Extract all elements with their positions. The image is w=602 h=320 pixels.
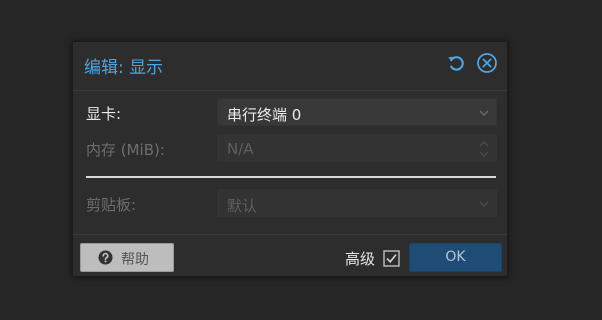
reset-icon[interactable] <box>445 52 467 74</box>
clipboard-value: 默认 <box>227 197 258 215</box>
memory-row: 内存 (MiB): N/A <box>86 134 497 162</box>
display-row: 显卡: 串行终端 0 <box>86 98 497 126</box>
dialog-title: 编辑: 显示 <box>84 58 164 78</box>
clipboard-row: 剪贴板: 默认 <box>86 189 497 217</box>
memory-placeholder: N/A <box>227 140 254 158</box>
help-button[interactable]: 帮助 <box>80 243 174 272</box>
ok-button[interactable]: OK <box>409 243 502 272</box>
chevron-down-icon[interactable] <box>478 107 490 119</box>
checkbox-checked-icon[interactable] <box>383 250 400 267</box>
clipboard-label: 剪贴板: <box>86 196 137 214</box>
advanced-label: 高级 <box>345 250 376 268</box>
display-select[interactable]: 串行终端 0 <box>217 98 497 126</box>
clipboard-select[interactable]: 默认 <box>217 189 497 217</box>
memory-input[interactable]: N/A <box>217 134 497 162</box>
edit-display-dialog: 编辑: 显示 显卡: 串行终端 0 内存 (MiB): N/A 剪贴板: 默认 … <box>72 41 508 277</box>
chevron-down-icon[interactable] <box>478 198 490 210</box>
close-icon[interactable] <box>476 52 498 74</box>
dialog-header: 编辑: 显示 <box>73 42 507 84</box>
spinner-icon[interactable] <box>478 138 490 160</box>
section-separator <box>86 176 496 178</box>
display-value: 串行终端 0 <box>227 106 302 124</box>
question-circle-icon <box>98 250 113 265</box>
ok-label: OK <box>445 249 466 265</box>
display-label: 显卡: <box>86 105 122 123</box>
memory-label: 内存 (MiB): <box>86 141 165 159</box>
header-divider <box>73 90 507 91</box>
help-label: 帮助 <box>121 252 149 268</box>
dialog-footer: 帮助 高级 OK <box>73 234 507 277</box>
